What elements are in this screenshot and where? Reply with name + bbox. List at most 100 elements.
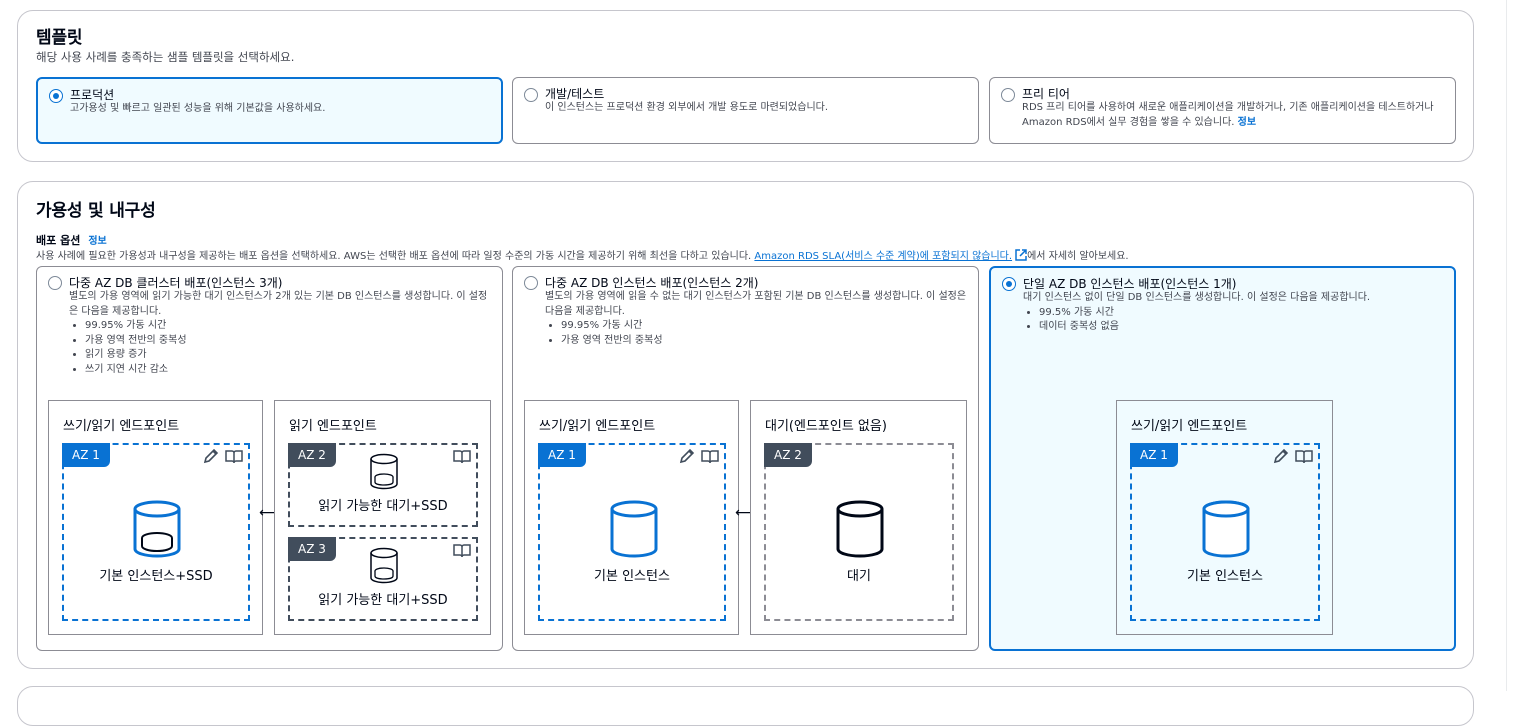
list-item: 쓰기 지연 시간 감소 [85, 363, 494, 378]
deploy-options-info-link[interactable]: 정보 [88, 236, 106, 247]
az1-badge: AZ 1 [62, 443, 110, 467]
multiaz-az2-zone: AZ 2 대기 [764, 443, 954, 621]
multiaz-writer-box: 쓰기/읽기 엔드포인트 AZ 1 기본 인스턴스 [524, 400, 739, 635]
edit-icon[interactable] [1272, 447, 1290, 465]
deploy-option-single-az[interactable]: 단일 AZ DB 인스턴스 배포(인스턴스 1개) 대기 인스턴스 없이 단일 … [989, 266, 1456, 651]
list-item: 99.5% 가동 시간 [1039, 306, 1448, 321]
multiaz-standby-box: 대기(엔드포인트 없음) AZ 2 대기 [750, 400, 967, 635]
template-freetier-info-link[interactable]: 정보 [1238, 117, 1256, 128]
database-icon [370, 547, 398, 584]
az2-icons [452, 447, 472, 465]
option-single-desc-wrap: 대기 인스턴스 없이 단일 DB 인스턴스를 생성합니다. 이 설정은 다음을 … [1023, 291, 1448, 335]
deploy-desc-suffix: 에서 자세히 알아보세요. [1027, 251, 1129, 262]
template-freetier-desc-wrap: RDS 프리 티어를 사용하여 새로운 애플리케이션을 개발하거나, 기존 애플… [1022, 101, 1447, 130]
edit-icon[interactable] [202, 447, 220, 465]
book-icon[interactable] [1294, 447, 1314, 465]
radio-single-az[interactable] [1002, 277, 1016, 291]
radio-devtest[interactable] [524, 88, 538, 102]
sla-link[interactable]: Amazon RDS SLA(서비스 수준 계약)에 포함되지 않습니다. [754, 251, 1012, 262]
template-freetier-title: 프리 티어 [1022, 87, 1070, 101]
multiaz-standby-title: 대기(엔드포인트 없음) [765, 419, 887, 434]
availability-panel: 가용성 및 내구성 배포 옵션 정보 사용 사례에 필요한 가용성과 내구성을 제… [17, 181, 1474, 669]
az1-icons [202, 447, 244, 465]
book-icon[interactable] [452, 541, 472, 559]
multiaz-writer-title: 쓰기/읽기 엔드포인트 [539, 419, 656, 434]
list-item: 읽기 용량 증가 [85, 348, 494, 363]
option-multiaz-title: 다중 AZ DB 인스턴스 배포(인스턴스 2개) [545, 276, 759, 290]
single-writer-title: 쓰기/읽기 엔드포인트 [1131, 419, 1248, 434]
cluster-reader-title: 읽기 엔드포인트 [289, 419, 377, 434]
option-single-bullets: 99.5% 가동 시간 데이터 중복성 없음 [1023, 306, 1448, 335]
template-devtest-desc: 이 인스턴스는 프로덕션 환경 외부에서 개발 용도로 마련되었습니다. [545, 102, 829, 113]
template-devtest-title: 개발/테스트 [545, 87, 605, 101]
option-single-desc: 대기 인스턴스 없이 단일 DB 인스턴스를 생성합니다. 이 설정은 다음을 … [1023, 292, 1371, 303]
cluster-az2-zone: AZ 2 읽기 가능한 대기+SSD [288, 443, 478, 527]
option-multiaz-bullets: 99.95% 가동 시간 가용 영역 전반의 중복성 [545, 319, 970, 348]
book-icon[interactable] [700, 447, 720, 465]
single-writer-box: 쓰기/읽기 엔드포인트 AZ 1 기본 인스턴스 [1116, 400, 1333, 635]
database-icon [370, 453, 398, 490]
database-icon [133, 500, 181, 558]
az2-badge: AZ 2 [288, 443, 336, 467]
list-item: 99.95% 가동 시간 [561, 319, 970, 334]
book-icon[interactable] [452, 447, 472, 465]
templates-heading: 템플릿 [36, 28, 83, 48]
next-section-panel [17, 686, 1474, 726]
az3-badge: AZ 3 [288, 537, 336, 561]
radio-multi-az-instance[interactable] [524, 276, 538, 290]
template-production-title: 프로덕션 [70, 88, 115, 102]
database-icon [836, 500, 884, 558]
cluster-az3-zone: AZ 3 읽기 가능한 대기+SSD [288, 537, 478, 621]
deploy-option-multi-az-instance[interactable]: 다중 AZ DB 인스턴스 배포(인스턴스 2개) 별도의 가용 영역에 읽을 … [512, 266, 979, 651]
deploy-options-label-row: 배포 옵션 정보 [36, 232, 107, 248]
template-production-desc: 고가용성 및 빠르고 일관된 성능을 위해 기본값을 사용하세요. [70, 103, 326, 114]
cluster-az3-caption: 읽기 가능한 대기+SSD [318, 593, 448, 608]
list-item: 가용 영역 전반의 중복성 [85, 334, 494, 349]
multiaz-standby-caption: 대기 [847, 569, 871, 584]
page-right-border [1506, 0, 1507, 691]
option-cluster-desc: 별도의 가용 영역에 읽기 가능한 대기 인스턴스가 2개 있는 기본 DB 인… [69, 291, 488, 317]
edit-icon[interactable] [678, 447, 696, 465]
az1-icons [678, 447, 720, 465]
template-freetier-desc: RDS 프리 티어를 사용하여 새로운 애플리케이션을 개발하거나, 기존 애플… [1022, 102, 1434, 128]
az2-badge: AZ 2 [764, 443, 812, 467]
single-primary-caption: 기본 인스턴스 [1187, 569, 1263, 584]
radio-freetier[interactable] [1001, 88, 1015, 102]
az3-icons [452, 541, 472, 559]
radio-production[interactable] [49, 89, 63, 103]
option-cluster-bullets: 99.95% 가동 시간 가용 영역 전반의 중복성 읽기 용량 증가 쓰기 지… [69, 319, 494, 377]
az1-badge: AZ 1 [1130, 443, 1178, 467]
option-multiaz-desc: 별도의 가용 영역에 읽을 수 없는 대기 인스턴스가 포함된 기본 DB 인스… [545, 291, 967, 317]
radio-multi-az-cluster[interactable] [48, 276, 62, 290]
template-option-production[interactable]: 프로덕션 고가용성 및 빠르고 일관된 성능을 위해 기본값을 사용하세요. [36, 77, 503, 144]
multiaz-az1-zone: AZ 1 기본 인스턴스 [538, 443, 726, 621]
az1-icons [1272, 447, 1314, 465]
cluster-writer-title: 쓰기/읽기 엔드포인트 [63, 419, 180, 434]
deploy-options-description: 사용 사례에 필요한 가용성과 내구성을 제공하는 배포 옵션을 선택하세요. … [36, 247, 1129, 262]
deploy-desc-text: 사용 사례에 필요한 가용성과 내구성을 제공하는 배포 옵션을 선택하세요. … [36, 251, 752, 262]
book-icon[interactable] [224, 447, 244, 465]
external-link-icon[interactable] [1015, 249, 1027, 261]
template-option-freetier[interactable]: 프리 티어 RDS 프리 티어를 사용하여 새로운 애플리케이션을 개발하거나,… [989, 77, 1456, 144]
option-single-title: 단일 AZ DB 인스턴스 배포(인스턴스 1개) [1023, 277, 1237, 291]
single-az1-zone: AZ 1 기본 인스턴스 [1130, 443, 1320, 621]
list-item: 가용 영역 전반의 중복성 [561, 334, 970, 349]
templates-panel: 템플릿 해당 사용 사례를 충족하는 샘플 템플릿을 선택하세요. 프로덕션 고… [17, 10, 1474, 162]
option-multiaz-desc-wrap: 별도의 가용 영역에 읽을 수 없는 대기 인스턴스가 포함된 기본 DB 인스… [545, 290, 970, 348]
deploy-options-label: 배포 옵션 [36, 234, 81, 247]
database-icon [610, 500, 658, 558]
cluster-primary-caption: 기본 인스턴스+SSD [99, 569, 213, 584]
multiaz-primary-caption: 기본 인스턴스 [594, 569, 670, 584]
template-option-devtest[interactable]: 개발/테스트 이 인스턴스는 프로덕션 환경 외부에서 개발 용도로 마련되었습… [512, 77, 979, 144]
cluster-az1-zone: AZ 1 기본 인스턴스+SSD [62, 443, 250, 621]
availability-heading: 가용성 및 내구성 [36, 201, 156, 221]
list-item: 데이터 중복성 없음 [1039, 320, 1448, 335]
option-cluster-title: 다중 AZ DB 클러스터 배포(인스턴스 3개) [69, 276, 283, 290]
az1-badge: AZ 1 [538, 443, 586, 467]
cluster-az2-caption: 읽기 가능한 대기+SSD [318, 499, 448, 514]
deploy-option-multi-az-cluster[interactable]: 다중 AZ DB 클러스터 배포(인스턴스 3개) 별도의 가용 영역에 읽기 … [36, 266, 503, 651]
option-cluster-desc-wrap: 별도의 가용 영역에 읽기 가능한 대기 인스턴스가 2개 있는 기본 DB 인… [69, 290, 494, 377]
database-icon [1202, 500, 1250, 558]
list-item: 99.95% 가동 시간 [85, 319, 494, 334]
cluster-writer-box: 쓰기/읽기 엔드포인트 AZ 1 기본 인스턴스+SSD [48, 400, 263, 635]
